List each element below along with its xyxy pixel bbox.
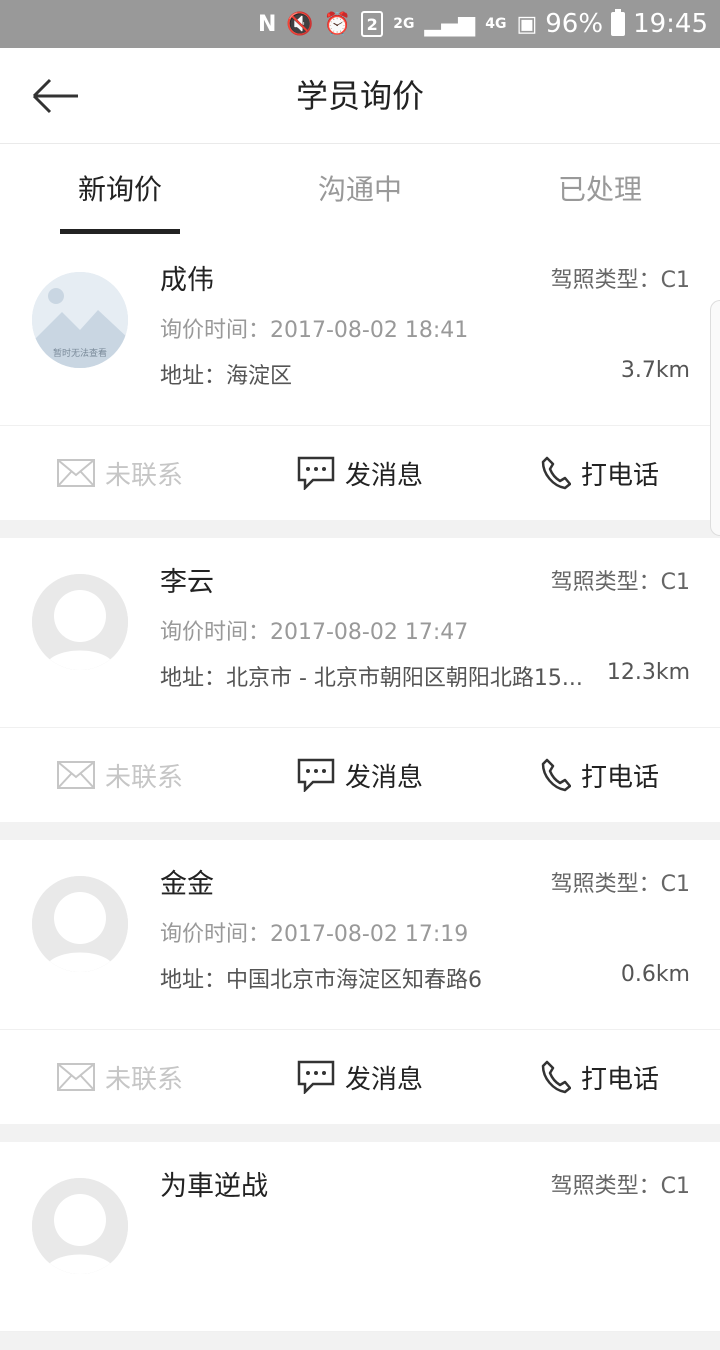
placeholder-image-icon: 暂时无法查看	[32, 272, 128, 368]
call-button[interactable]: 打电话	[480, 757, 720, 794]
avatar	[32, 876, 128, 972]
default-user-icon	[32, 876, 128, 972]
license-type: 驾照类型：C1	[550, 268, 690, 293]
edge-handle[interactable]	[710, 300, 720, 536]
phone-icon	[541, 1060, 571, 1094]
action-row: 未联系 发消息 打电话	[0, 1030, 720, 1124]
network-4g: 4G	[485, 16, 507, 32]
not-contacted-label: 未联系	[104, 460, 183, 491]
page-title: 学员询价	[295, 77, 424, 115]
alarm-icon: ⏰	[323, 11, 352, 37]
tab-bar: 新询价 沟通中 已处理	[0, 144, 720, 236]
signal-icon-2: ▣	[516, 11, 538, 37]
tab-processed[interactable]: 已处理	[480, 144, 720, 236]
address: 地址：中国北京市海淀区知春路6	[160, 968, 482, 993]
not-contacted-status: 未联系	[0, 455, 240, 492]
inquiry-card[interactable]: 李云 驾照类型：C1 询价时间：2017-08-02 17:47 地址：北京市 …	[0, 538, 720, 822]
send-message-button[interactable]: 发消息	[240, 455, 480, 492]
action-row: 未联系 发消息 打电话	[0, 426, 720, 520]
send-message-label: 发消息	[344, 1064, 423, 1095]
envelope-icon	[56, 1063, 95, 1091]
avatar: 暂时无法查看	[32, 272, 128, 368]
envelope-icon	[56, 459, 95, 487]
network-2g: 2G	[393, 16, 415, 32]
avatar	[32, 1178, 128, 1274]
chat-bubble-icon	[297, 1060, 335, 1094]
send-message-label: 发消息	[344, 762, 423, 793]
sim-badge: 2	[361, 11, 384, 37]
send-message-label: 发消息	[344, 460, 423, 491]
phone-icon	[541, 456, 571, 490]
call-label: 打电话	[580, 460, 659, 491]
call-button[interactable]: 打电话	[480, 455, 720, 492]
license-type: 驾照类型：C1	[550, 570, 690, 595]
call-button[interactable]: 打电话	[480, 1059, 720, 1096]
not-contacted-status: 未联系	[0, 1059, 240, 1096]
tab-new-inquiry[interactable]: 新询价	[0, 144, 240, 236]
inquiry-card[interactable]: 金金 驾照类型：C1 询价时间：2017-08-02 17:19 地址：中国北京…	[0, 840, 720, 1124]
not-contacted-label: 未联系	[104, 1064, 183, 1095]
chat-bubble-icon	[297, 456, 335, 490]
clock: 19:45	[633, 9, 708, 39]
student-name: 李云	[160, 567, 214, 598]
status-icons: N 🔇 ⏰ 2 2G ▂▄▆ 4G ▣	[258, 11, 537, 37]
student-name: 金金	[160, 869, 214, 900]
default-user-icon	[32, 1178, 128, 1274]
header: 学员询价	[0, 48, 720, 144]
license-type: 驾照类型：C1	[550, 1174, 690, 1199]
call-label: 打电话	[580, 1064, 659, 1095]
avatar-caption: 暂时无法查看	[53, 347, 107, 359]
status-bar: N 🔇 ⏰ 2 2G ▂▄▆ 4G ▣ 96% 19:45	[0, 0, 720, 48]
distance: 0.6km	[620, 962, 690, 987]
address: 地址：海淀区	[160, 364, 293, 389]
mute-icon: 🔇	[286, 11, 314, 37]
distance: 3.7km	[620, 358, 690, 383]
tab-communicating[interactable]: 沟通中	[240, 144, 480, 236]
chat-bubble-icon	[297, 758, 335, 792]
inquiry-card[interactable]: 为車逆战 驾照类型：C1	[0, 1142, 720, 1332]
action-row: 未联系 发消息 打电话	[0, 728, 720, 822]
inquiry-list: 暂时无法查看 成伟 驾照类型：C1 询价时间：2017-08-02 18:41 …	[0, 236, 720, 1350]
student-name: 成伟	[160, 265, 214, 296]
address: 地址：北京市 - 北京市朝阳区朝阳北路15...	[160, 666, 583, 691]
not-contacted-label: 未联系	[104, 762, 183, 793]
inquiry-card[interactable]: 暂时无法查看 成伟 驾照类型：C1 询价时间：2017-08-02 18:41 …	[0, 236, 720, 520]
call-label: 打电话	[580, 762, 659, 793]
envelope-icon	[56, 761, 95, 789]
inquiry-time: 询价时间：2017-08-02 18:41	[160, 318, 469, 343]
nfc-icon: N	[258, 11, 277, 37]
inquiry-time: 询价时间：2017-08-02 17:47	[160, 620, 469, 645]
signal-icon: ▂▄▆	[424, 11, 476, 37]
send-message-button[interactable]: 发消息	[240, 757, 480, 794]
send-message-button[interactable]: 发消息	[240, 1059, 480, 1096]
battery-percent: 96%	[545, 9, 604, 39]
default-user-icon	[32, 574, 128, 670]
avatar	[32, 574, 128, 670]
inquiry-time: 询价时间：2017-08-02 17:19	[160, 922, 469, 947]
battery-icon	[611, 9, 626, 36]
distance: 12.3km	[606, 660, 690, 685]
license-type: 驾照类型：C1	[550, 872, 690, 897]
back-arrow-icon[interactable]	[30, 76, 82, 116]
not-contacted-status: 未联系	[0, 757, 240, 794]
student-name: 为車逆战	[160, 1171, 268, 1202]
phone-icon	[541, 758, 571, 792]
